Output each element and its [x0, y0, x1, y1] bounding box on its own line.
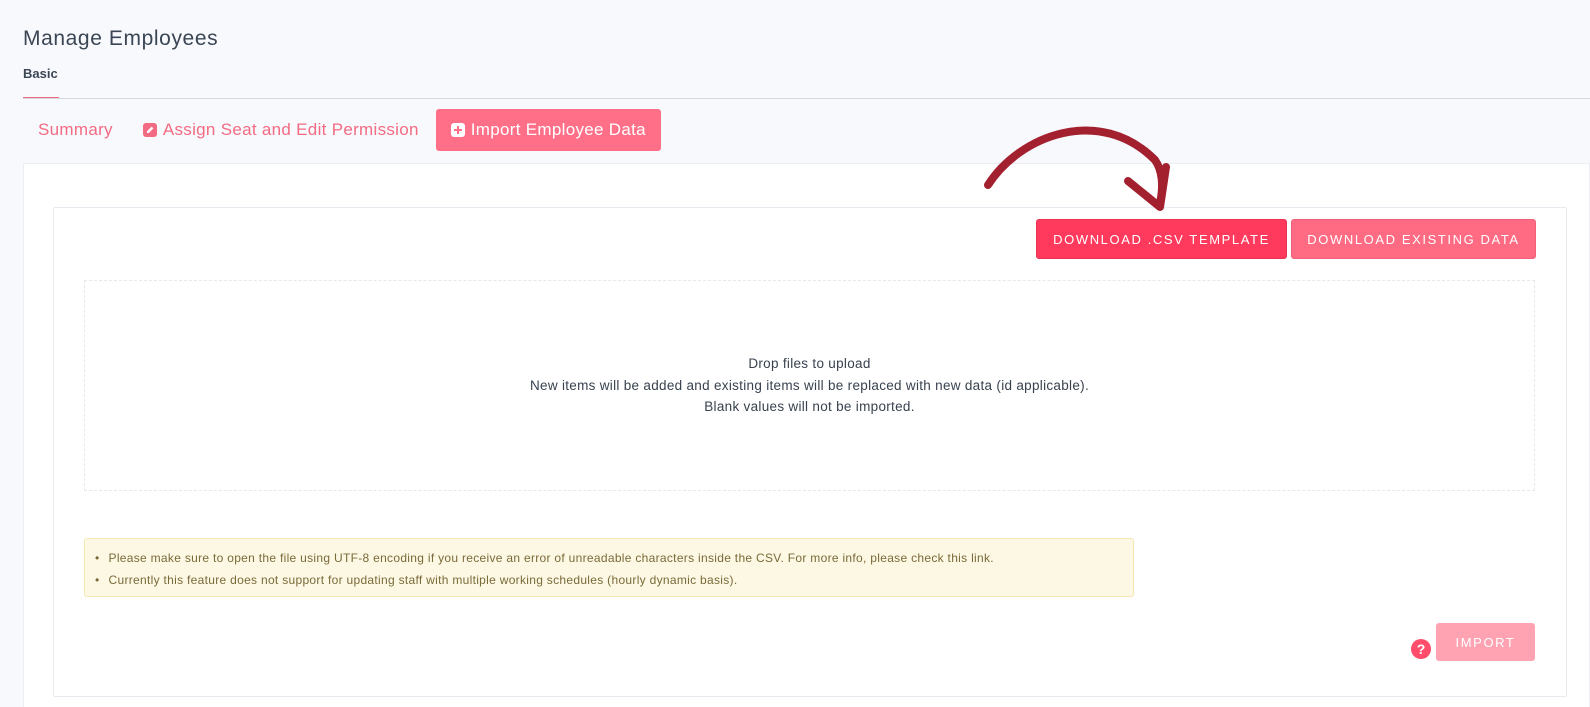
edit-icon: [142, 123, 157, 137]
download-existing-data-button[interactable]: DOWNLOAD EXISTING DATA: [1291, 219, 1536, 259]
warning-notice: Please make sure to open the file using …: [84, 538, 1134, 597]
header-divider: [23, 98, 1590, 99]
tab-assign-seat[interactable]: Assign Seat and Edit Permission: [128, 109, 434, 151]
dropzone-description: New items will be added and existing ite…: [529, 377, 1090, 393]
plus-square-icon: [450, 123, 465, 137]
import-button[interactable]: IMPORT: [1436, 623, 1535, 661]
tab-assign-seat-label: Assign Seat and Edit Permission: [162, 120, 419, 139]
dropzone-title: Drop files to upload: [748, 356, 871, 372]
tab-import-employee-data[interactable]: Import Employee Data: [435, 109, 661, 151]
tab-summary-label: Summary: [38, 120, 113, 139]
question-circle-icon[interactable]: ?: [1411, 639, 1431, 659]
tab-summary[interactable]: Summary: [23, 109, 128, 151]
tab-import-label: Import Employee Data: [470, 120, 646, 139]
subtab-basic[interactable]: Basic: [23, 66, 58, 81]
download-csv-template-button[interactable]: DOWNLOAD .CSV TEMPLATE: [1036, 219, 1287, 259]
tab-bar: Summary Assign Seat and Edit Permission …: [23, 109, 661, 151]
file-dropzone[interactable]: Drop files to upload New items will be a…: [84, 280, 1535, 491]
dropzone-note: Blank values will not be imported.: [704, 399, 915, 415]
page-title: Manage Employees: [23, 27, 219, 50]
notice-item-schedules: Currently this feature does not support …: [95, 569, 1133, 591]
annotation-arrow-icon: [984, 126, 1170, 211]
notice-item-encoding: Please make sure to open the file using …: [95, 547, 1133, 569]
